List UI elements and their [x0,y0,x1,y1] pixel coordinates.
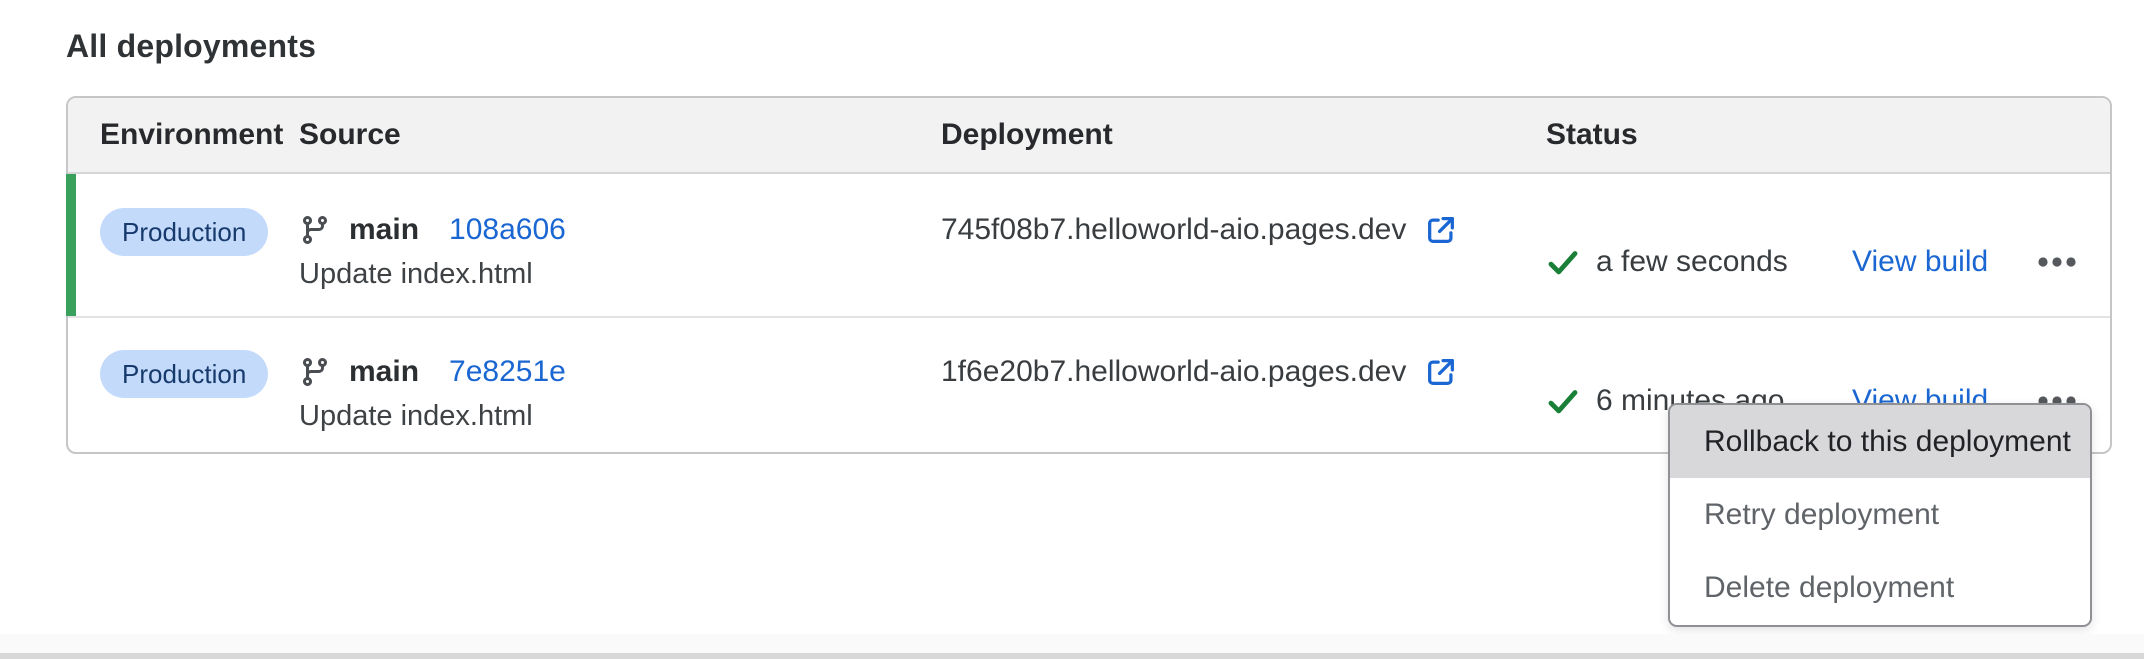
commit-message: Update index.html [299,400,941,432]
header-status: Status [1546,118,2110,152]
deployments-page: All deployments Environment Source Deplo… [0,0,2144,662]
commit-message: Update index.html [299,258,941,290]
git-branch-icon [299,356,331,388]
deployment-url: 745f08b7.helloworld-aio.pages.dev [941,213,1406,247]
environment-badge: Production [100,208,268,256]
deployment-actions-menu: Rollback to this deployment Retry deploy… [1668,403,2092,627]
commit-link[interactable]: 7e8251e [449,355,566,389]
branch-name: main [349,355,419,389]
environment-badge: Production [100,350,268,398]
header-source: Source [299,118,941,152]
menu-item-delete[interactable]: Delete deployment [1670,552,2090,625]
commit-link[interactable]: 108a606 [449,213,566,247]
branch-name: main [349,213,419,247]
menu-item-retry[interactable]: Retry deployment [1670,478,2090,551]
header-deployment: Deployment [941,118,1546,152]
check-icon [1546,384,1580,418]
view-build-link[interactable]: View build [1852,245,1988,279]
page-title: All deployments [66,27,316,65]
menu-item-rollback[interactable]: Rollback to this deployment [1670,405,2090,478]
footer-divider [0,653,2144,659]
footer-band [0,634,2144,653]
external-link-icon[interactable] [1424,355,1458,389]
header-environment: Environment [68,118,299,152]
table-row: Production main 108a606 Update index.htm… [68,174,2110,316]
table-header-row: Environment Source Deployment Status [68,98,2110,174]
git-branch-icon [299,214,331,246]
deployments-table: Environment Source Deployment Status Pro… [66,96,2112,454]
status-time: a few seconds [1596,245,1788,279]
external-link-icon[interactable] [1424,213,1458,247]
kebab-menu-icon[interactable] [2036,250,2078,274]
deployment-url: 1f6e20b7.helloworld-aio.pages.dev [941,355,1406,389]
check-icon [1546,245,1580,279]
